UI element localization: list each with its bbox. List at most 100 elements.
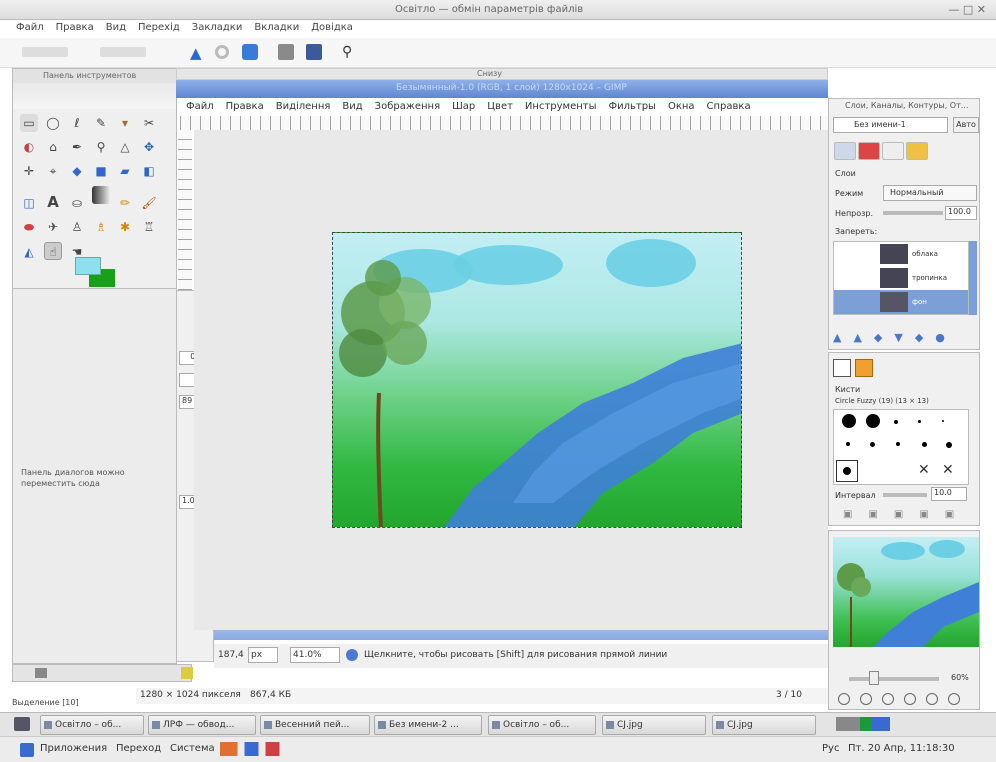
color-picker-tool-icon[interactable]: ✒ bbox=[68, 138, 86, 156]
binoculars-icon[interactable]: ⚲ bbox=[342, 44, 352, 60]
brush-item[interactable]: ✕ bbox=[918, 462, 930, 478]
smudge-tool-icon[interactable]: ☝ bbox=[44, 242, 62, 260]
zoom-select[interactable]: 41.0% bbox=[290, 647, 340, 663]
paths-tab-icon[interactable] bbox=[882, 142, 904, 160]
spacing-value[interactable]: 10.0 bbox=[931, 487, 967, 501]
reload-icon[interactable] bbox=[242, 44, 258, 60]
menu-tabs[interactable]: Вкладки bbox=[254, 22, 299, 33]
stop-icon[interactable] bbox=[215, 45, 229, 59]
cmenu-help[interactable]: Справка bbox=[707, 101, 751, 112]
dock-icon-2[interactable] bbox=[181, 667, 193, 679]
zoom-out-icon[interactable] bbox=[838, 693, 850, 705]
blend-tool-icon[interactable] bbox=[92, 186, 110, 204]
scissors-tool-icon[interactable]: ✂ bbox=[140, 114, 158, 132]
back-button[interactable] bbox=[22, 47, 68, 57]
rect-select-tool-icon[interactable]: ▭ bbox=[20, 114, 38, 132]
zoom-grow-icon[interactable] bbox=[948, 693, 960, 705]
dock-icon-1[interactable] bbox=[35, 668, 47, 678]
brush-item[interactable] bbox=[918, 420, 921, 423]
shear-tool-icon[interactable]: ▰ bbox=[116, 162, 134, 180]
home-icon[interactable] bbox=[278, 44, 294, 60]
spacing-slider[interactable] bbox=[883, 493, 927, 497]
brush-item[interactable] bbox=[870, 442, 875, 447]
layer-row[interactable]: облака bbox=[834, 242, 968, 266]
auto-button[interactable]: Авто bbox=[953, 117, 979, 133]
cmenu-tools[interactable]: Инструменты bbox=[525, 101, 597, 112]
brush-item[interactable] bbox=[842, 414, 856, 428]
text-tool-icon[interactable]: A bbox=[44, 193, 62, 211]
zoom-tool-icon[interactable]: ⚲ bbox=[92, 138, 110, 156]
paintbrush-tool-icon[interactable]: 🖌 bbox=[140, 194, 158, 212]
cmenu-filters[interactable]: Фильтры bbox=[608, 101, 655, 112]
layer-scrollbar[interactable] bbox=[969, 241, 977, 315]
move-tool-icon[interactable]: ✥ bbox=[140, 138, 158, 156]
foreground-color-swatch[interactable] bbox=[75, 257, 101, 275]
menu-bookmarks[interactable]: Закладки bbox=[192, 22, 243, 33]
image-selector[interactable]: Без имени-1 bbox=[833, 117, 948, 133]
color-select-tool-icon[interactable]: ▾ bbox=[116, 114, 134, 132]
clone-tool-icon[interactable]: ♗ bbox=[92, 218, 110, 236]
zoom-100-icon[interactable] bbox=[882, 693, 894, 705]
brush-item[interactable] bbox=[866, 414, 880, 428]
brush-grid[interactable]: ✕ ✕ bbox=[833, 409, 969, 485]
zoom-slider[interactable] bbox=[849, 677, 939, 681]
cmenu-image[interactable]: Зображення bbox=[375, 101, 440, 112]
brush-item[interactable] bbox=[946, 442, 952, 448]
cmenu-color[interactable]: Цвет bbox=[487, 101, 513, 112]
cmenu-layer[interactable]: Шар bbox=[452, 101, 475, 112]
zoom-shrink-icon[interactable] bbox=[926, 693, 938, 705]
computer-icon[interactable] bbox=[306, 44, 322, 60]
paths-tool-icon[interactable]: ⌂ bbox=[44, 138, 62, 156]
perspective-clone-tool-icon[interactable]: ♖ bbox=[140, 218, 158, 236]
menu-file[interactable]: Файл bbox=[16, 22, 44, 33]
cmenu-view[interactable]: Вид bbox=[342, 101, 362, 112]
channels-tab-icon[interactable] bbox=[858, 142, 880, 160]
blur-tool-icon[interactable]: ◭ bbox=[20, 243, 38, 261]
bucket-fill-tool-icon[interactable]: ⛀ bbox=[68, 194, 86, 212]
brush-item[interactable] bbox=[846, 442, 850, 446]
cmenu-windows[interactable]: Окна bbox=[668, 101, 695, 112]
zoom-slider-handle[interactable] bbox=[869, 671, 879, 685]
brush-item[interactable] bbox=[942, 420, 944, 422]
ink-tool-icon[interactable]: ♙ bbox=[68, 218, 86, 236]
brush-item[interactable] bbox=[896, 442, 900, 446]
brush-tab-icon[interactable] bbox=[833, 359, 851, 377]
tray-icons[interactable] bbox=[836, 717, 956, 731]
clock[interactable]: Пт. 20 Апр, 11:18:30 bbox=[848, 743, 955, 754]
mode-select[interactable]: Нормальный bbox=[883, 185, 977, 201]
lang-indicator[interactable]: Рус bbox=[822, 743, 839, 754]
pencil-tool-icon[interactable]: ✏ bbox=[116, 194, 134, 212]
foreground-select-tool-icon[interactable]: ◐ bbox=[20, 138, 38, 156]
units-select[interactable]: px bbox=[248, 647, 278, 663]
menu-view[interactable]: Вид bbox=[106, 22, 126, 33]
opacity-slider[interactable] bbox=[883, 211, 943, 215]
cmenu-file[interactable]: Файл bbox=[186, 101, 214, 112]
window-controls[interactable]: — □ ✕ bbox=[948, 3, 986, 16]
free-select-tool-icon[interactable]: ℓ bbox=[68, 114, 86, 132]
brush-item[interactable]: ✕ bbox=[942, 462, 954, 478]
crop-tool-icon[interactable]: ⌖ bbox=[44, 162, 62, 180]
zoom-fit-icon[interactable] bbox=[904, 693, 916, 705]
align-tool-icon[interactable]: ✛ bbox=[20, 162, 38, 180]
forward-button[interactable] bbox=[100, 47, 146, 57]
flip-tool-icon[interactable]: ◫ bbox=[20, 194, 38, 212]
heal-tool-icon[interactable]: ✱ bbox=[116, 218, 134, 236]
task-button[interactable]: CJ.jpg bbox=[602, 715, 706, 735]
brush-item-selected[interactable] bbox=[836, 460, 858, 482]
measure-tool-icon[interactable]: △ bbox=[116, 138, 134, 156]
show-desktop-icon[interactable] bbox=[14, 717, 30, 731]
opacity-value[interactable]: 100.0 bbox=[945, 206, 977, 220]
color-swatches[interactable] bbox=[75, 257, 117, 289]
cmenu-select[interactable]: Виділення bbox=[276, 101, 331, 112]
task-button[interactable]: CJ.jpg bbox=[712, 715, 816, 735]
task-button[interactable]: Освітло – об... bbox=[40, 715, 144, 735]
menu-go[interactable]: Перехід bbox=[138, 22, 180, 33]
fuzzy-select-tool-icon[interactable]: ✎ bbox=[92, 114, 110, 132]
task-button[interactable]: Весенний пей... bbox=[260, 715, 370, 735]
up-arrow-icon[interactable]: ▲ bbox=[190, 44, 202, 62]
places-menu[interactable]: Переход bbox=[116, 743, 161, 754]
applications-menu[interactable]: Приложения bbox=[40, 743, 107, 754]
task-button[interactable]: Без имени-2 ... bbox=[374, 715, 482, 735]
scale-tool-icon[interactable]: ■ bbox=[92, 162, 110, 180]
eraser-tool-icon[interactable]: ⬬ bbox=[20, 218, 38, 236]
